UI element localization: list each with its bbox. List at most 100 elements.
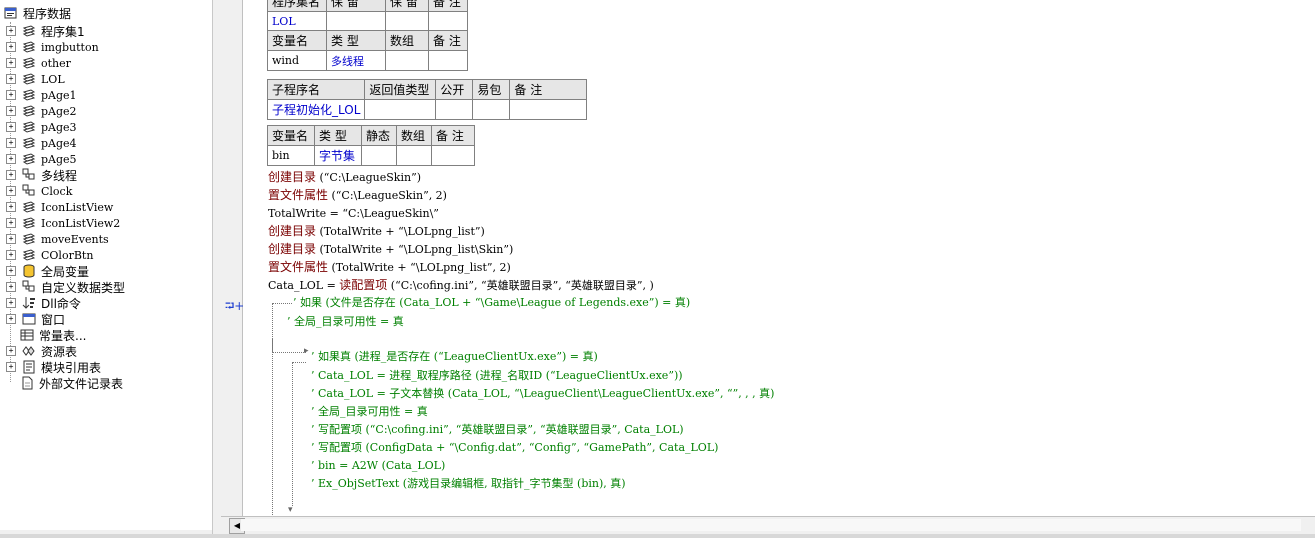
sort-icon: [22, 296, 36, 310]
tree-item[interactable]: + 自定义数据类型: [6, 279, 125, 295]
expand-toggle-icon[interactable]: +: [6, 122, 16, 132]
tree-item-label: 外部文件记录表: [39, 376, 124, 391]
comment-line[interactable]: ’ 写配置项 (ConfigData + “\Config.dat”, “Con…: [311, 439, 718, 457]
comment-line[interactable]: ’ Cata_LOL = 进程_取程序路径 (进程_名取ID (“LeagueC…: [311, 367, 683, 385]
expand-toggle-icon[interactable]: +: [6, 138, 16, 148]
table-cell[interactable]: [509, 99, 588, 120]
comment-line[interactable]: ’ 写配置项 (“C:\cofing.ini”, “英雄联盟目录”, “英雄联盟…: [311, 421, 684, 439]
tree-item[interactable]: + other: [6, 55, 71, 71]
tree-item[interactable]: + pAge5: [6, 151, 77, 167]
table-cell[interactable]: [326, 11, 386, 32]
code-line[interactable]: 创建目录 (“C:\LeagueSkin”): [268, 168, 421, 186]
book-stack-icon: [22, 136, 36, 150]
table-cell[interactable]: [428, 11, 468, 32]
tree-item[interactable]: + Dll命令: [6, 295, 81, 311]
book-stack-icon: [22, 56, 36, 70]
var-type-cell[interactable]: 字节集: [314, 145, 362, 166]
table-cell[interactable]: [435, 99, 474, 120]
horizontal-scrollbar[interactable]: ◀: [221, 516, 1315, 535]
comment-line[interactable]: ’ 如果真 (进程_是否存在 (“LeagueClientUx.exe”) = …: [311, 348, 598, 366]
comment-line[interactable]: ’ Cata_LOL = 子文本替换 (Cata_LOL, “\LeagueCl…: [311, 385, 774, 403]
expand-toggle-icon[interactable]: +: [6, 58, 16, 68]
comment-line[interactable]: ’ 全局_目录可用性 = 真: [311, 403, 428, 421]
comment-line[interactable]: ’ 如果 (文件是否存在 (Cata_LOL + “\Game\League o…: [293, 294, 690, 312]
tree-item-label: pAge5: [41, 152, 77, 166]
subroutine-name-cell[interactable]: 子程初始化_LOL: [266, 99, 366, 120]
tree-item[interactable]: + LOL: [6, 71, 65, 87]
table-cell[interactable]: [385, 11, 429, 32]
tree-item[interactable]: + COlorBtn: [6, 247, 93, 263]
scroll-track[interactable]: [241, 519, 1301, 531]
tree-item[interactable]: + 资源表: [6, 343, 77, 359]
tree-item[interactable]: 常量表...: [6, 327, 86, 343]
expand-toggle-icon[interactable]: +: [6, 186, 16, 196]
table-cell[interactable]: [364, 99, 437, 120]
tree-root[interactable]: 程序数据: [4, 5, 71, 21]
expand-toggle-icon[interactable]: +: [6, 74, 16, 84]
expand-toggle-icon[interactable]: +: [6, 314, 16, 324]
expand-toggle-icon[interactable]: +: [6, 362, 16, 372]
tree-item[interactable]: + IconListView: [6, 199, 113, 215]
table-cell[interactable]: [385, 50, 429, 71]
expand-toggle-icon[interactable]: +: [6, 154, 16, 164]
expand-toggle-icon[interactable]: +: [6, 26, 16, 36]
code-line[interactable]: 创建目录 (TotalWrite + “\LOLpng_list”): [268, 222, 485, 240]
col-header: 保 留: [385, 0, 429, 12]
tree-item[interactable]: + pAge4: [6, 135, 77, 151]
code-args: (TotalWrite + “\LOLpng_list\Skin”): [316, 243, 514, 256]
collapse-expand-marker[interactable]: ⮒+: [225, 297, 244, 318]
tree-item[interactable]: + pAge2: [6, 103, 77, 119]
expand-toggle-icon[interactable]: +: [6, 170, 16, 180]
code-line[interactable]: 创建目录 (TotalWrite + “\LOLpng_list\Skin”): [268, 240, 513, 258]
table-cell[interactable]: [472, 99, 511, 120]
var-name-cell[interactable]: wind: [267, 50, 327, 71]
book-stack-icon: [22, 232, 36, 246]
tree-item[interactable]: + pAge1: [6, 87, 77, 103]
expand-toggle-icon[interactable]: +: [6, 106, 16, 116]
tree-item[interactable]: + pAge3: [6, 119, 77, 135]
code-line[interactable]: TotalWrite = “C:\LeagueSkin\”: [268, 204, 439, 222]
comment-line[interactable]: ’ bin = A2W (Cata_LOL): [311, 457, 445, 475]
code-line[interactable]: 置文件属性 (TotalWrite + “\LOLpng_list”, 2): [268, 258, 511, 276]
expand-toggle-icon[interactable]: +: [6, 346, 16, 356]
database-icon: [22, 264, 36, 278]
table-cell[interactable]: [396, 145, 432, 166]
tree-item[interactable]: + 模块引用表: [6, 359, 101, 375]
comment-line[interactable]: ’ Ex_ObjSetText (游戏目录编辑框, 取指针_字节集型 (bin)…: [311, 475, 626, 493]
tree-item[interactable]: + 多线程: [6, 167, 77, 183]
expand-toggle-icon[interactable]: +: [6, 266, 16, 276]
code-editor[interactable]: 程序集名 保 留 保 留 备 注 LOL 变量名 类 型 数组 备 注 wind…: [243, 0, 1315, 516]
function-name: 创建目录: [268, 224, 317, 238]
table-cell[interactable]: [431, 145, 475, 166]
comment-line[interactable]: ’ 全局_目录可用性 = 真: [287, 313, 404, 331]
tree-item-label: COlorBtn: [41, 248, 94, 262]
expand-toggle-icon[interactable]: +: [6, 90, 16, 100]
tree-item-label: 多线程: [41, 168, 78, 183]
col-header: 程序集名: [267, 0, 327, 12]
table-cell[interactable]: [428, 50, 468, 71]
expand-toggle-icon[interactable]: +: [6, 234, 16, 244]
tree-item-label: pAge3: [41, 120, 77, 134]
var-type-cell[interactable]: 多线程: [326, 50, 386, 71]
var-name-cell[interactable]: bin: [267, 145, 315, 166]
tree-item[interactable]: + IconListView2: [6, 215, 120, 231]
expand-toggle-icon[interactable]: +: [6, 218, 16, 228]
code-line[interactable]: Cata_LOL = 读配置项 (“C:\cofing.ini”, “英雄联盟目…: [268, 276, 654, 294]
table-cell[interactable]: [361, 145, 397, 166]
expand-toggle-icon[interactable]: +: [6, 42, 16, 52]
tree-item[interactable]: 外部文件记录表: [6, 375, 123, 391]
tree-item[interactable]: + 窗口: [6, 311, 65, 327]
tree-item[interactable]: + 程序集1: [6, 23, 85, 39]
tree-item[interactable]: + moveEvents: [6, 231, 109, 247]
tree-item[interactable]: + 全局变量: [6, 263, 89, 279]
tree-item[interactable]: + imgbutton: [6, 39, 99, 55]
expand-toggle-icon[interactable]: +: [6, 298, 16, 308]
book-stack-icon: [22, 152, 36, 166]
tree-item-label: 模块引用表: [41, 360, 102, 375]
expand-toggle-icon[interactable]: +: [6, 282, 16, 292]
tree-item[interactable]: + Clock: [6, 183, 72, 199]
expand-toggle-icon[interactable]: +: [6, 202, 16, 212]
expand-toggle-icon[interactable]: +: [6, 250, 16, 260]
code-line[interactable]: 置文件属性 (“C:\LeagueSkin”, 2): [268, 186, 447, 204]
assembly-name-cell[interactable]: LOL: [267, 11, 327, 32]
